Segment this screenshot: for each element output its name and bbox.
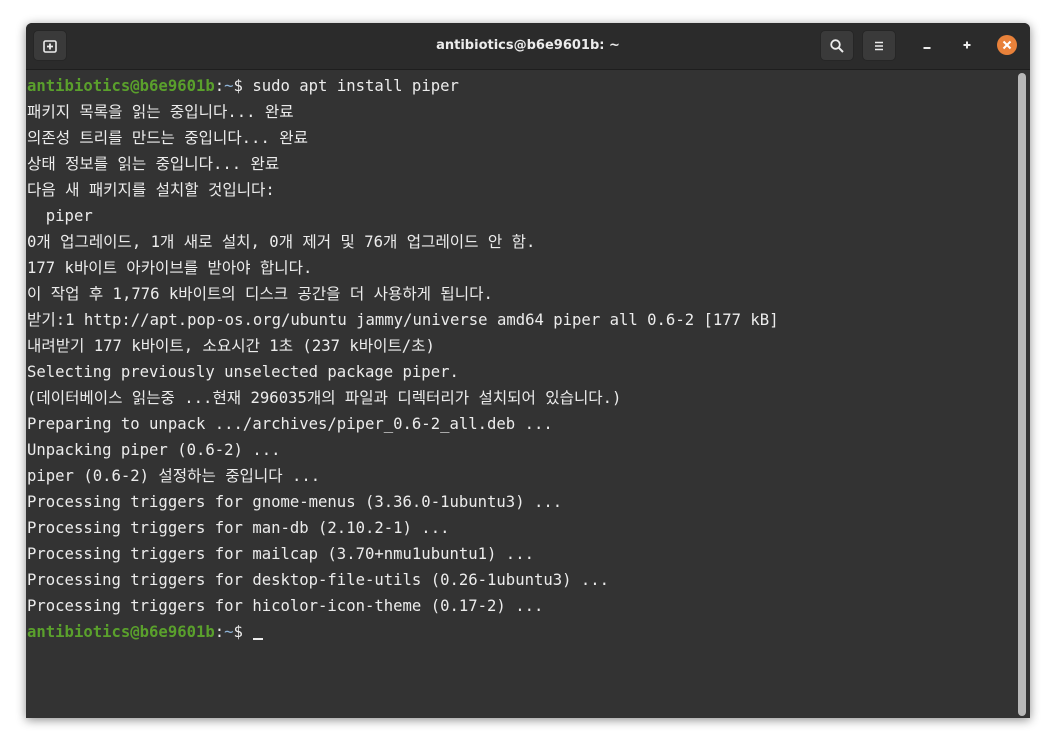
maximize-icon: [963, 41, 971, 49]
output-line: piper (0.6-2) 설정하는 중입니다 ...: [27, 467, 321, 485]
terminal-output[interactable]: antibiotics@b6e9601b:~$ sudo apt install…: [27, 73, 1012, 713]
maximize-button[interactable]: [956, 34, 978, 56]
prompt-user-host: antibiotics@b6e9601b: [27, 623, 215, 641]
output-line: 177 k바이트 아카이브를 받아야 합니다.: [27, 259, 313, 277]
output-line: piper: [27, 207, 93, 225]
output-line: 받기:1 http://apt.pop-os.org/ubuntu jammy/…: [27, 311, 779, 329]
prompt-path: ~: [224, 77, 234, 95]
close-icon: [997, 35, 1017, 55]
menu-button[interactable]: [862, 30, 896, 61]
prompt-separator: :: [214, 77, 225, 95]
output-line: Processing triggers for hicolor-icon-the…: [27, 597, 544, 615]
prompt-path: ~: [224, 623, 234, 641]
minimize-button[interactable]: [916, 34, 938, 56]
output-line: Processing triggers for man-db (2.10.2-1…: [27, 519, 450, 537]
search-button[interactable]: [820, 30, 854, 61]
close-button[interactable]: [996, 34, 1018, 56]
prompt-symbol: $: [233, 623, 253, 641]
output-line: Processing triggers for desktop-file-uti…: [27, 571, 610, 589]
title-bar: antibiotics@b6e9601b: ~: [26, 23, 1030, 70]
output-line: 내려받기 177 k바이트, 소요시간 1초 (237 k바이트/초): [27, 337, 435, 355]
command-text: sudo apt install piper: [252, 77, 459, 95]
output-line: 패키지 목록을 읽는 중입니다... 완료: [27, 103, 294, 121]
output-line: Processing triggers for gnome-menus (3.3…: [27, 493, 563, 511]
output-line: 0개 업그레이드, 1개 새로 설치, 0개 제거 및 76개 업그레이드 안 …: [27, 233, 536, 251]
terminal-window: antibiotics@b6e9601b: ~ antibiotics@b6e9…: [26, 23, 1030, 718]
text-cursor: [253, 638, 264, 640]
hamburger-menu-icon: [875, 41, 883, 51]
output-line: Unpacking piper (0.6-2) ...: [27, 441, 281, 459]
output-line: Preparing to unpack .../archives/piper_0…: [27, 415, 553, 433]
output-line: Processing triggers for mailcap (3.70+nm…: [27, 545, 534, 563]
output-line: 이 작업 후 1,776 k바이트의 디스크 공간을 더 사용하게 됩니다.: [27, 285, 493, 303]
new-tab-button[interactable]: [33, 30, 67, 61]
output-line: 다음 새 패키지를 설치할 것입니다:: [27, 181, 275, 199]
output-line: 의존성 트리를 만드는 중입니다... 완료: [27, 129, 308, 147]
current-prompt-line: antibiotics@b6e9601b:~$: [27, 619, 264, 645]
prompt-separator: :: [214, 623, 225, 641]
minimize-icon: [923, 47, 931, 49]
search-icon: [830, 39, 844, 53]
new-tab-icon: [43, 40, 57, 53]
vertical-scrollbar[interactable]: [1018, 73, 1026, 716]
prompt-user-host: antibiotics@b6e9601b: [27, 77, 215, 95]
command-line: antibiotics@b6e9601b:~$ sudo apt install…: [27, 73, 459, 99]
output-line: 상태 정보를 읽는 중입니다... 완료: [27, 155, 280, 173]
output-line: (데이터베이스 읽는중 ...현재 296035개의 파일과 디렉터리가 설치되…: [27, 389, 622, 407]
prompt-symbol: $: [233, 77, 253, 95]
output-line: Selecting previously unselected package …: [27, 363, 459, 381]
